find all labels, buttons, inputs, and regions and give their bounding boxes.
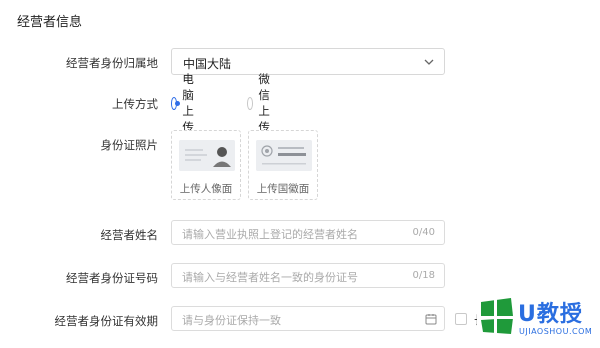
upload-method-label: 上传方式 [112,97,158,111]
id-number-input[interactable]: 请输入与经营者姓名一致的身份证号 0/18 [171,263,445,288]
id-portrait-icon [179,140,235,171]
radio-label: 微信上传 [258,72,270,134]
name-label: 经营者姓名 [100,228,159,242]
upload-emblem-card[interactable]: 上传国徽面 [248,130,318,200]
id-number-label: 经营者身份证号码 [66,271,158,285]
id-number-placeholder: 请输入与经营者姓名一致的身份证号 [182,271,358,284]
region-label: 经营者身份归属地 [66,56,158,70]
chevron-down-icon [424,59,434,65]
validity-placeholder: 请与身份证保持一致 [182,314,281,327]
radio-checked-icon [171,96,181,110]
radio-label: 电脑上传 [182,72,194,134]
validity-label: 经营者身份证有效期 [54,314,159,328]
id-emblem-icon [256,140,312,171]
upload-portrait-card[interactable]: 上传人像面 [171,130,241,200]
id-photos-label: 身份证照片 [100,138,159,152]
radio-unchecked-icon [247,96,254,110]
long-term-checkbox[interactable] [455,313,467,325]
name-placeholder: 请输入营业执照上登记的经营者姓名 [182,228,358,241]
region-select[interactable]: 中国大陆 [171,48,445,75]
name-char-counter: 0/40 [412,227,435,238]
region-select-value: 中国大陆 [183,57,232,71]
id-number-char-counter: 0/18 [412,270,435,281]
watermark-logo-icon [477,296,515,336]
radio-computer-upload[interactable]: 电脑上传 [171,72,201,134]
calendar-icon[interactable] [425,313,437,325]
name-input[interactable]: 请输入营业执照上登记的经营者姓名 0/40 [171,220,445,245]
watermark-subtext: UJIAOSHOU.COM [519,327,593,336]
section-title: 经营者信息 [17,15,83,30]
upload-portrait-caption: 上传人像面 [179,183,233,195]
watermark-text: U教授 [518,302,583,327]
upload-emblem-caption: 上传国徽面 [256,183,310,195]
radio-wechat-upload[interactable]: 微信上传 [247,72,277,134]
validity-date-input[interactable]: 请与身份证保持一致 [171,306,445,331]
